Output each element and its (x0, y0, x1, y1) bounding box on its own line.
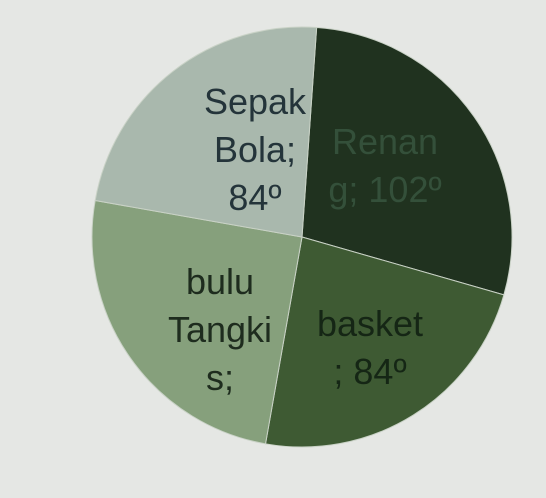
pie-chart: Sepak Bola; 84º Renan g; 102º basket ; 8… (0, 0, 546, 498)
slice-label-bulu-tangkis: bulu Tangki s; (167, 261, 273, 398)
slice-label-basket: basket ; 84º (316, 303, 424, 392)
pie-chart-svg (91, 26, 513, 448)
slice-label-renang: Renan g; 102º (328, 121, 442, 210)
slice-label-sepak-bola: Sepak Bola; 84º (203, 81, 307, 218)
